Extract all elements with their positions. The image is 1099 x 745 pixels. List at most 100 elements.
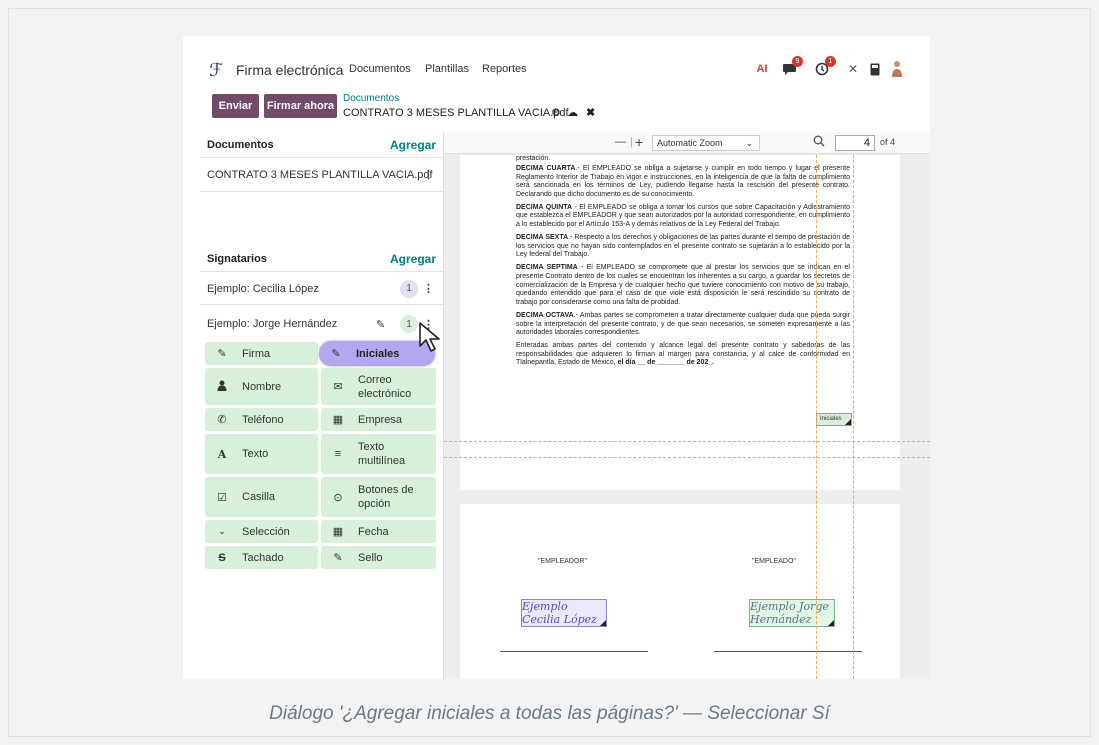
signature-field[interactable]: Ejemplo Cecilia López — [521, 599, 607, 627]
pdf-page: "EMPLEADOR" "EMPLEADO" Ejemplo Cecilia L… — [460, 504, 900, 679]
viewer-toolbar: — | + Automatic Zoom ⌄ 4 of 4 — [444, 132, 930, 154]
pdf-viewer: — | + Automatic Zoom ⌄ 4 of 4 prestación… — [444, 132, 930, 679]
signer-field-count: 1 — [400, 279, 418, 298]
employee-label: "EMPLEADO" — [752, 558, 796, 565]
sign-now-button[interactable]: Firmar ahora — [264, 94, 337, 118]
add-signer-button[interactable]: Agregar — [390, 252, 436, 266]
signer-name: Ejemplo: Jorge Hernández — [207, 318, 338, 330]
field-seleccion[interactable]: ⌄ Selección — [205, 520, 318, 543]
menu-documentos[interactable]: Documentos — [349, 63, 411, 75]
tools-icon[interactable]: ✕ — [844, 60, 862, 78]
signer-kebab-icon[interactable]: ⋮ — [423, 282, 434, 295]
gear-icon[interactable]: ⚙ — [551, 106, 561, 119]
field-tachado[interactable]: S Tachado — [205, 546, 318, 569]
ai-icon[interactable]: AI — [753, 60, 771, 78]
field-firma[interactable]: ✎ Firma — [205, 342, 318, 365]
clause-paragraph: DECIMA QUINTA - El EMPLEADO se obliga a … — [516, 203, 850, 229]
calendar-icon: ▦ — [332, 526, 344, 538]
page-text-fragment: prestación. — [516, 155, 551, 162]
chevron-down-icon: ⌄ — [218, 526, 226, 536]
documents-header: Documentos Agregar — [200, 132, 444, 158]
calculator-glyph-icon — [870, 63, 880, 75]
signer-field-count: 1 — [400, 315, 418, 333]
document-kebab-icon[interactable]: ⋮ — [423, 168, 434, 181]
signature-field[interactable]: Ejemplo Jorge Hernández — [749, 599, 835, 627]
field-empresa[interactable]: ▦ Empresa — [321, 408, 436, 431]
left-panel: Documentos Agregar CONTRATO 3 MESES PLAN… — [200, 132, 444, 679]
menu-plantillas[interactable]: Plantillas — [425, 63, 469, 75]
field-texto[interactable]: A Texto — [205, 434, 318, 474]
clause-paragraph: DECIMA SEXTA.- Respecto a los derechos y… — [516, 234, 850, 259]
signer-row[interactable]: Ejemplo: Cecilia López 1 ⋮ — [200, 273, 444, 305]
field-casilla[interactable]: ☑ Casilla — [205, 477, 318, 517]
alignment-guide — [816, 155, 817, 679]
building-icon: ▦ — [332, 414, 344, 426]
strikethrough-icon: S — [218, 551, 226, 564]
zoom-out-button[interactable]: — — [615, 136, 626, 148]
employer-label: "EMPLEADOR" — [538, 558, 587, 565]
page-number-input[interactable]: 4 — [835, 135, 875, 151]
user-avatar[interactable] — [888, 60, 906, 78]
edit-square-icon: ✎ — [333, 552, 343, 564]
pencil-icon[interactable]: ✎ — [376, 318, 385, 331]
signature-line — [714, 651, 862, 652]
page-total: of 4 — [880, 137, 896, 147]
figure-caption: Diálogo '¿Agregar iniciales a todas las … — [269, 703, 830, 724]
zoom-select[interactable]: Automatic Zoom ⌄ — [652, 135, 760, 151]
alignment-guide — [444, 457, 930, 458]
toolbar-separator: | — [630, 136, 633, 148]
chat-icon[interactable]: 9 — [780, 56, 803, 78]
pdf-page: prestación. DECIMA CUARTA.- El EMPLEADO … — [460, 155, 900, 490]
field-botones-opcion[interactable]: ⊙ Botones de opción — [321, 477, 436, 517]
cloud-upload-icon[interactable]: ☁ — [567, 106, 578, 119]
user-icon — [213, 380, 231, 394]
app-name[interactable]: Firma electrónica — [236, 62, 343, 78]
zoom-in-button[interactable]: + — [635, 134, 643, 150]
activity-badge: 1 — [825, 56, 836, 67]
calculator-icon[interactable] — [866, 60, 884, 78]
phone-icon: ✆ — [217, 414, 227, 426]
breadcrumb-current: CONTRATO 3 MESES PLANTILLA VACIA.pdf — [343, 107, 569, 119]
field-correo[interactable]: ✉ Correo electrónico — [321, 368, 436, 405]
signers-title: Signatarios — [207, 252, 267, 265]
field-telefono[interactable]: ✆ Teléfono — [205, 408, 318, 431]
close-icon[interactable]: ✖ — [586, 106, 595, 119]
search-icon[interactable] — [813, 135, 825, 150]
radio-icon: ⊙ — [333, 491, 343, 504]
closing-paragraph: Enteradas ambas partes del contenido y a… — [516, 342, 850, 367]
signers-header: Signatarios Agregar — [200, 246, 444, 272]
signer-row[interactable]: Ejemplo: Jorge Hernández ✎ 1 ⋮ — [200, 308, 444, 340]
mouse-cursor-icon — [419, 322, 440, 352]
field-nombre[interactable]: Nombre — [205, 368, 318, 405]
activity-icon[interactable]: 1 — [813, 56, 836, 78]
breadcrumb-documentos[interactable]: Documentos — [343, 93, 399, 104]
screenshot-frame: ℱ Firma electrónica Documentos Plantilla… — [183, 36, 930, 679]
chevron-down-icon: ⌄ — [745, 138, 753, 148]
resize-handle-icon[interactable] — [600, 620, 606, 626]
edit-square-icon: ✎ — [331, 348, 341, 360]
envelope-icon: ✉ — [333, 381, 343, 393]
checkbox-icon: ☑ — [217, 491, 227, 504]
document-file-name: CONTRATO 3 MESES PLANTILLA VACIA.pdf — [207, 168, 433, 181]
signer-name: Ejemplo: Cecilia López — [207, 282, 319, 295]
resize-handle-icon[interactable] — [828, 620, 834, 626]
documents-title: Documentos — [207, 138, 274, 151]
alignment-guide — [444, 441, 930, 442]
resize-handle-icon[interactable] — [845, 419, 851, 425]
menu-reportes[interactable]: Reportes — [482, 63, 527, 75]
initials-field[interactable]: Iniciales — [816, 413, 852, 426]
clause-paragraph: DECIMA OCTAVA.- Ambas partes se comprome… — [516, 311, 850, 337]
avatar-icon — [892, 61, 902, 77]
signature-line — [500, 651, 648, 652]
contract-clauses: DECIMA CUARTA.- El EMPLEADO se obliga a … — [516, 165, 850, 372]
field-texto-multilinea[interactable]: ≡ Texto multilínea — [321, 434, 436, 474]
send-button[interactable]: Enviar — [212, 94, 259, 118]
sign-app-logo-icon[interactable]: ℱ — [209, 60, 223, 81]
add-document-button[interactable]: Agregar — [390, 138, 436, 152]
field-sello[interactable]: ✎ Sello — [321, 546, 436, 569]
field-fecha[interactable]: ▦ Fecha — [321, 520, 436, 543]
document-row[interactable]: CONTRATO 3 MESES PLANTILLA VACIA.pdf ⋮ — [200, 158, 444, 192]
clause-paragraph: DECIMA SEPTIMA - El EMPLEADO se comprome… — [516, 264, 850, 306]
top-navbar: ℱ Firma electrónica Documentos Plantilla… — [183, 36, 930, 92]
alignment-guide — [853, 155, 854, 679]
